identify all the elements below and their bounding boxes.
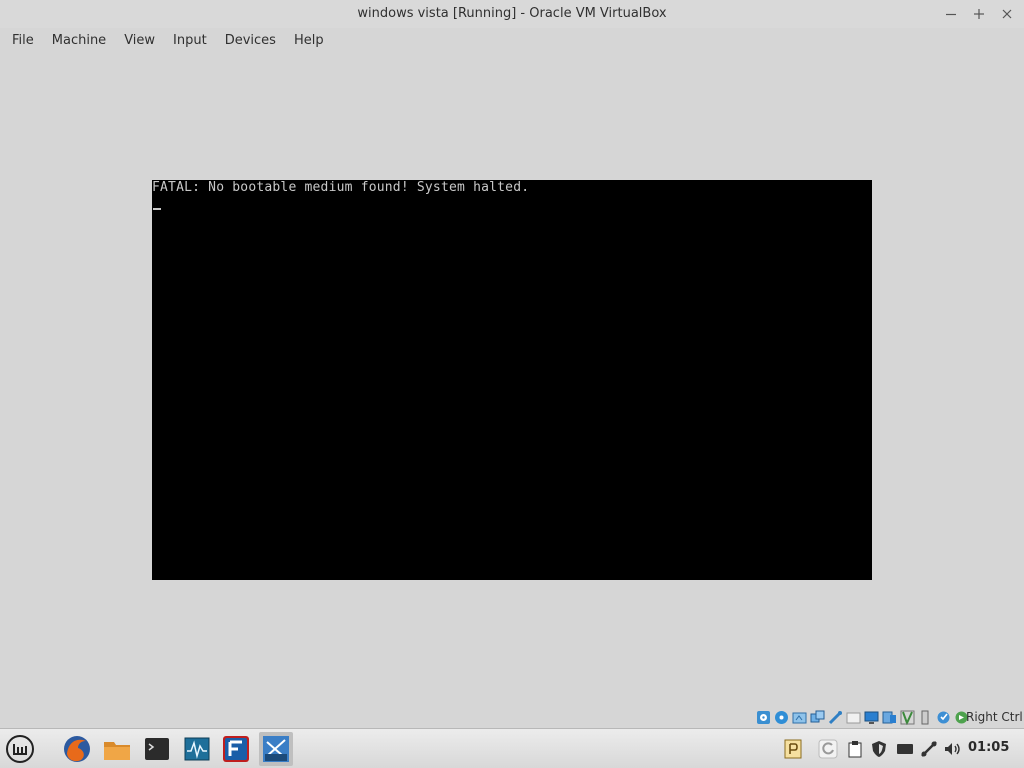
clipboard-icon[interactable] bbox=[843, 736, 867, 762]
files-icon[interactable] bbox=[100, 732, 134, 766]
menu-input[interactable]: Input bbox=[164, 28, 216, 54]
keyboard-icon[interactable] bbox=[917, 709, 934, 726]
menu-help[interactable]: Help bbox=[285, 28, 333, 54]
menu-view[interactable]: View bbox=[115, 28, 164, 54]
filezilla-icon[interactable] bbox=[219, 732, 253, 766]
network-icon[interactable] bbox=[917, 736, 941, 762]
minimize-icon[interactable] bbox=[940, 3, 962, 25]
clock[interactable]: 01:05 bbox=[968, 740, 1009, 755]
menu-machine[interactable]: Machine bbox=[43, 28, 115, 54]
boot-error-message: FATAL: No bootable medium found! System … bbox=[152, 180, 530, 195]
pidgin-icon[interactable] bbox=[781, 736, 805, 762]
window-titlebar[interactable]: windows vista [Running] - Oracle VM Virt… bbox=[0, 0, 1024, 28]
status-bar: Right Ctrl bbox=[0, 706, 1024, 728]
close-icon[interactable] bbox=[996, 3, 1018, 25]
keyboard-layout-icon[interactable] bbox=[893, 736, 917, 762]
shared-folder-icon[interactable] bbox=[845, 709, 862, 726]
video-capture-icon[interactable] bbox=[881, 709, 898, 726]
shield-icon[interactable] bbox=[867, 736, 891, 762]
maximize-icon[interactable] bbox=[968, 3, 990, 25]
virtualbox-vista-icon[interactable] bbox=[259, 732, 293, 766]
update-manager-icon[interactable] bbox=[816, 736, 840, 762]
firefox-icon[interactable] bbox=[60, 732, 94, 766]
audio-icon[interactable] bbox=[791, 709, 808, 726]
host-key-label: Right Ctrl bbox=[966, 710, 1023, 724]
terminal-icon[interactable] bbox=[140, 732, 174, 766]
cpu-icon[interactable] bbox=[935, 709, 952, 726]
menu-file[interactable]: File bbox=[3, 28, 43, 54]
hard-disk-icon[interactable] bbox=[755, 709, 772, 726]
window-title: windows vista [Running] - Oracle VM Virt… bbox=[357, 6, 667, 21]
display-icon[interactable] bbox=[863, 709, 880, 726]
menu-devices[interactable]: Devices bbox=[216, 28, 285, 54]
system-monitor-icon[interactable] bbox=[180, 732, 214, 766]
volume-icon[interactable] bbox=[941, 736, 965, 762]
vm-display[interactable]: FATAL: No bootable medium found! System … bbox=[152, 180, 872, 580]
mouse-integration-icon[interactable] bbox=[899, 709, 916, 726]
usb-icon[interactable] bbox=[827, 709, 844, 726]
menu-bar: File Machine View Input Devices Help bbox=[0, 28, 1024, 54]
mint-menu-icon[interactable] bbox=[3, 732, 37, 766]
optical-drive-icon[interactable] bbox=[773, 709, 790, 726]
text-cursor bbox=[153, 208, 161, 210]
network-icon[interactable] bbox=[809, 709, 826, 726]
taskbar: 01:05 bbox=[0, 728, 1024, 768]
